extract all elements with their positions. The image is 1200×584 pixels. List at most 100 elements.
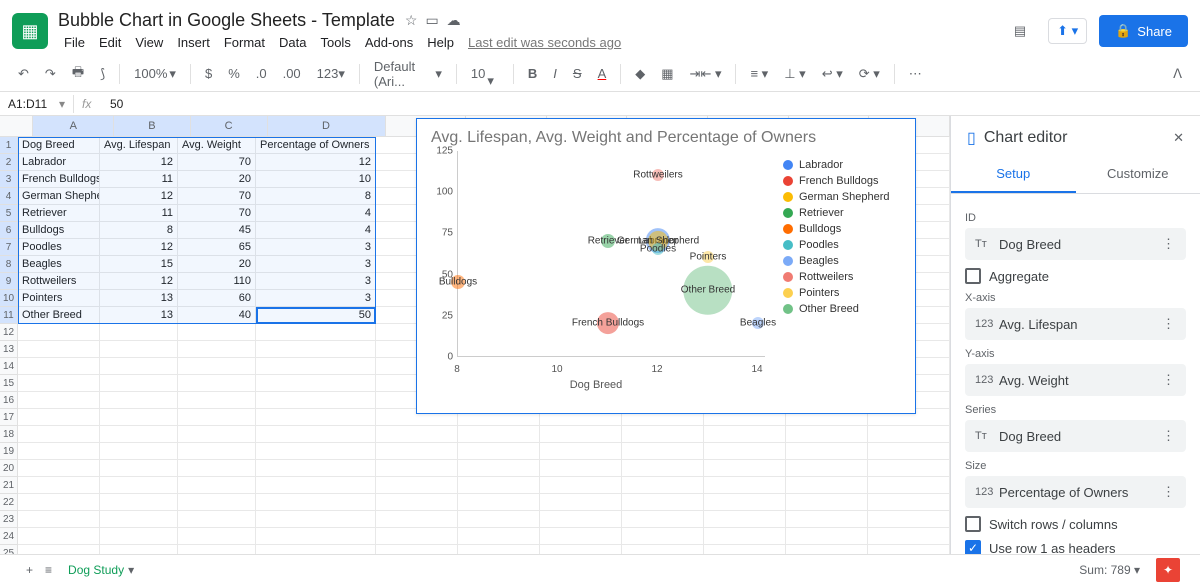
cell[interactable] bbox=[786, 443, 868, 460]
col-header[interactable]: B bbox=[114, 116, 191, 136]
cell[interactable] bbox=[178, 528, 256, 545]
cell[interactable]: 70 bbox=[178, 188, 256, 205]
row-header[interactable]: 6 bbox=[0, 222, 17, 239]
cell[interactable] bbox=[100, 426, 178, 443]
merge-icon[interactable]: ⇥⇤ ▾ bbox=[684, 62, 728, 86]
cell[interactable] bbox=[868, 545, 950, 554]
menu-help[interactable]: Help bbox=[421, 33, 460, 52]
cell[interactable] bbox=[622, 511, 704, 528]
cell[interactable]: 8 bbox=[100, 222, 178, 239]
cell[interactable] bbox=[786, 494, 868, 511]
xaxis-field[interactable]: 123Avg. Lifespan ⋮ bbox=[965, 308, 1186, 340]
more-icon[interactable]: ⋮ bbox=[1162, 316, 1176, 332]
cell[interactable] bbox=[256, 477, 376, 494]
row-header[interactable]: 3 bbox=[0, 171, 17, 188]
menu-data[interactable]: Data bbox=[273, 33, 312, 52]
cell[interactable]: 45 bbox=[178, 222, 256, 239]
collapse-icon[interactable]: ᐱ bbox=[1167, 62, 1188, 86]
font-size[interactable]: 10 ▾ bbox=[465, 54, 505, 93]
cell[interactable] bbox=[704, 443, 786, 460]
cell[interactable]: 3 bbox=[256, 256, 376, 273]
row-header[interactable]: 1 bbox=[0, 137, 17, 154]
cell[interactable] bbox=[704, 460, 786, 477]
cell[interactable] bbox=[18, 477, 100, 494]
cell[interactable]: French Bulldogs bbox=[18, 171, 100, 188]
cell[interactable] bbox=[786, 477, 868, 494]
cell[interactable] bbox=[100, 477, 178, 494]
chart-object[interactable]: Avg. Lifespan, Avg. Weight and Percentag… bbox=[416, 118, 916, 414]
row-header[interactable]: 12 bbox=[0, 324, 17, 341]
cell[interactable] bbox=[18, 545, 100, 554]
cell[interactable]: 20 bbox=[178, 256, 256, 273]
cell[interactable] bbox=[256, 511, 376, 528]
row-header[interactable]: 9 bbox=[0, 273, 17, 290]
cell[interactable] bbox=[18, 324, 100, 341]
dec-decrease-icon[interactable]: .0 bbox=[250, 62, 273, 85]
cell[interactable]: Pointers bbox=[18, 290, 100, 307]
cell[interactable]: 3 bbox=[256, 273, 376, 290]
cell[interactable] bbox=[458, 477, 540, 494]
cell[interactable] bbox=[540, 511, 622, 528]
percent-icon[interactable]: % bbox=[222, 62, 246, 85]
cell[interactable]: 3 bbox=[256, 290, 376, 307]
cell[interactable]: 12 bbox=[100, 188, 178, 205]
cell[interactable] bbox=[178, 443, 256, 460]
cell[interactable] bbox=[178, 324, 256, 341]
cell[interactable] bbox=[178, 409, 256, 426]
cell[interactable] bbox=[868, 443, 950, 460]
row-header[interactable]: 17 bbox=[0, 409, 17, 426]
cell[interactable] bbox=[18, 409, 100, 426]
cell[interactable] bbox=[256, 341, 376, 358]
text-color-icon[interactable]: A bbox=[592, 62, 613, 85]
cloud-icon[interactable]: ☁ bbox=[447, 12, 461, 29]
cell[interactable] bbox=[178, 392, 256, 409]
row-header[interactable]: 4 bbox=[0, 188, 17, 205]
cell[interactable] bbox=[178, 341, 256, 358]
more-icon[interactable]: ⋮ bbox=[1162, 372, 1176, 388]
valign-icon[interactable]: ⊥ ▾ bbox=[778, 62, 811, 86]
row-header[interactable]: 11 bbox=[0, 307, 17, 324]
close-icon[interactable]: ✕ bbox=[1173, 130, 1184, 146]
size-field[interactable]: 123Percentage of Owners ⋮ bbox=[965, 476, 1186, 508]
row-header[interactable]: 16 bbox=[0, 392, 17, 409]
cell[interactable] bbox=[100, 324, 178, 341]
formula-input[interactable]: 50 bbox=[104, 95, 1200, 113]
cell[interactable] bbox=[100, 375, 178, 392]
cell[interactable] bbox=[704, 511, 786, 528]
cell[interactable] bbox=[256, 443, 376, 460]
halign-icon[interactable]: ≡ ▾ bbox=[744, 62, 774, 86]
cell[interactable]: German Shephe bbox=[18, 188, 100, 205]
tab-customize[interactable]: Customize bbox=[1076, 156, 1200, 193]
rotate-icon[interactable]: ⟳ ▾ bbox=[853, 62, 886, 86]
menu-add-ons[interactable]: Add-ons bbox=[359, 33, 419, 52]
italic-icon[interactable]: I bbox=[547, 62, 563, 85]
row-header[interactable]: 23 bbox=[0, 511, 17, 528]
borders-icon[interactable]: ▦ bbox=[655, 62, 679, 86]
spreadsheet-area[interactable]: ABCDEFGHIJK 1234567891011121314151617181… bbox=[0, 116, 950, 554]
add-sheet-icon[interactable]: + bbox=[20, 559, 39, 581]
cell[interactable]: 60 bbox=[178, 290, 256, 307]
cell[interactable] bbox=[178, 358, 256, 375]
share-button[interactable]: 🔒 Share bbox=[1099, 15, 1188, 47]
cell[interactable] bbox=[458, 511, 540, 528]
cell[interactable]: 12 bbox=[100, 239, 178, 256]
row-header[interactable]: 2 bbox=[0, 154, 17, 171]
row-header[interactable]: 10 bbox=[0, 290, 17, 307]
cell[interactable] bbox=[100, 528, 178, 545]
cell[interactable] bbox=[868, 460, 950, 477]
cell[interactable] bbox=[622, 528, 704, 545]
menu-format[interactable]: Format bbox=[218, 33, 271, 52]
row-header[interactable]: 14 bbox=[0, 358, 17, 375]
cell[interactable]: 70 bbox=[178, 154, 256, 171]
move-icon[interactable]: ▭ bbox=[425, 12, 438, 29]
cell[interactable]: 11 bbox=[100, 205, 178, 222]
cell[interactable] bbox=[178, 511, 256, 528]
cell[interactable] bbox=[376, 426, 458, 443]
bold-icon[interactable]: B bbox=[522, 62, 543, 85]
cell[interactable] bbox=[704, 545, 786, 554]
col-header[interactable]: A bbox=[33, 116, 114, 136]
cell[interactable] bbox=[18, 443, 100, 460]
cell[interactable]: Dog Breed bbox=[18, 137, 100, 154]
cell[interactable] bbox=[622, 494, 704, 511]
cell[interactable] bbox=[18, 494, 100, 511]
